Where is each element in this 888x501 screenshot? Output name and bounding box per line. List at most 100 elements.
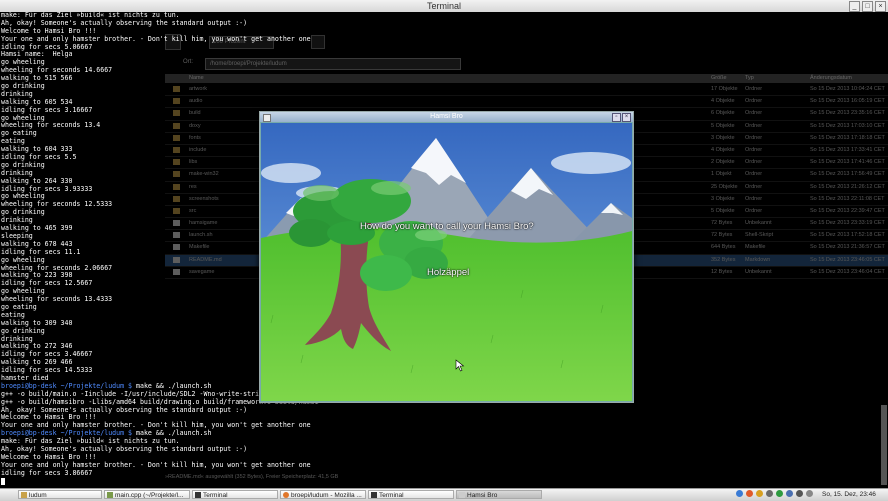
file-type: Ordner	[745, 86, 763, 92]
file-type: Makefile	[745, 244, 766, 251]
taskbar: ludum main.cpp (~/Projekte/l... Terminal…	[0, 488, 888, 501]
file-date: So 15 Dez 2013 22:39:47 CET	[810, 207, 885, 214]
terminal-cursor-line	[1, 478, 319, 486]
clock[interactable]: So, 15. Dez, 23:46	[822, 490, 876, 499]
text-cursor	[1, 478, 5, 486]
volume-icon[interactable]	[766, 490, 773, 497]
file-type: Ordner	[745, 159, 763, 166]
file-size: 4 Objekte	[711, 98, 735, 105]
file-date: So 15 Dez 2013 17:18:18 CET	[810, 134, 885, 141]
maximize-icon[interactable]: □	[862, 1, 873, 12]
task-terminal-2[interactable]: Terminal	[368, 490, 454, 499]
app-icon	[459, 492, 465, 498]
file-type: Ordner	[745, 207, 763, 214]
terminal-scrollbar[interactable]	[881, 405, 887, 485]
network-icon[interactable]	[736, 490, 743, 497]
name-prompt-text: How do you want to call your Hamsi Bro?	[360, 221, 534, 232]
column-type: Typ	[745, 75, 754, 81]
terminal-line: walking to 515 566	[1, 74, 73, 83]
minimize-icon[interactable]: _	[849, 1, 860, 12]
file-date: So 15 Dez 2013 10:04:24 CET	[810, 86, 885, 92]
terminal-line: idling for secs 3.86667	[1, 468, 93, 477]
prompt-path: ~/Projekte/ludum $	[60, 429, 133, 438]
folder-icon	[21, 492, 27, 498]
prompt-command: make && ./launch.sh	[132, 429, 212, 438]
file-size: 3 Objekte	[711, 195, 735, 202]
battery-icon[interactable]	[776, 490, 783, 497]
file-type: Ordner	[745, 146, 763, 153]
file-type: Ordner	[745, 171, 763, 178]
file-type: Ordner	[745, 122, 763, 129]
game-window[interactable]: Hamsi Bro ▫ × How do you want to call yo…	[259, 111, 634, 403]
file-date: So 15 Dez 2013 23:35:16 CET	[810, 110, 885, 117]
file-type: Ordner	[745, 134, 763, 141]
file-size: 6 Objekte	[711, 110, 735, 117]
file-type: Ordner	[745, 183, 763, 190]
prompt-path: ~/Projekte/ludum $	[60, 381, 133, 390]
file-date: So 15 Dez 2013 17:33:41 CET	[810, 146, 885, 153]
update-icon[interactable]	[746, 490, 753, 497]
column-size: Größe	[711, 75, 727, 81]
game-scene	[261, 123, 632, 401]
system-tray	[736, 490, 813, 497]
terminal-line: go drinking	[1, 82, 45, 91]
grass-field	[261, 227, 632, 401]
editor-icon	[107, 492, 113, 498]
file-date: So 15 Dez 2013 21:36:57 CET	[810, 244, 885, 251]
firefox-icon	[283, 492, 289, 498]
file-size: 5 Objekte	[711, 122, 735, 129]
task-editor[interactable]: main.cpp (~/Projekte/l...	[104, 490, 190, 499]
game-title: Hamsi Bro	[430, 113, 463, 120]
file-type: Markdown	[745, 256, 771, 263]
prompt-user: broepi@bp-desk	[1, 429, 57, 438]
file-type: Ordner	[745, 110, 763, 117]
game-maximize-icon[interactable]: ▫	[612, 113, 621, 122]
file-date: So 15 Dez 2013 21:26:12 CET	[810, 183, 885, 190]
power-icon[interactable]	[796, 490, 803, 497]
file-size: 1 Objekt	[711, 171, 732, 178]
game-close-icon[interactable]: ×	[622, 113, 631, 122]
notification-icon[interactable]	[756, 490, 763, 497]
app-icon	[263, 114, 271, 122]
terminal-icon	[371, 492, 377, 498]
file-date: So 15 Dez 2013 16:05:19 CET	[810, 98, 885, 105]
file-type: Shell-Skript	[745, 232, 774, 239]
bluetooth-icon[interactable]	[786, 490, 793, 497]
task-terminal-1[interactable]: Terminal	[192, 490, 278, 499]
task-hamsi-bro[interactable]: Hamsi Bro	[456, 490, 542, 499]
file-type: Ordner	[745, 195, 763, 202]
file-type: Unbekannt	[745, 220, 772, 227]
file-size: 4 Objekte	[711, 146, 735, 153]
game-canvas[interactable]: How do you want to call your Hamsi Bro? …	[261, 123, 632, 401]
keyboard-icon[interactable]	[806, 490, 813, 497]
file-size: 12 Bytes	[711, 268, 733, 275]
file-date: So 15 Dez 2013 17:41:46 CET	[810, 159, 885, 166]
close-icon[interactable]: ×	[875, 1, 886, 12]
file-type: Ordner	[745, 98, 763, 105]
file-size: 25 Objekte	[711, 183, 738, 190]
file-size: 5 Objekte	[711, 207, 735, 214]
task-ludum[interactable]: ludum	[18, 490, 102, 499]
terminal-title: Terminal	[426, 1, 461, 11]
file-size: 2 Objekte	[711, 159, 735, 166]
game-titlebar[interactable]: Hamsi Bro ▫ ×	[260, 112, 633, 122]
file-date: So 15 Dez 2013 17:52:18 CET	[810, 232, 885, 239]
file-type: Unbekannt	[745, 268, 772, 275]
prompt-user: broepi@bp-desk	[1, 381, 57, 390]
file-size: 72 Bytes	[711, 220, 733, 227]
file-date: So 15 Dez 2013 17:56:49 CET	[810, 171, 885, 178]
file-date: So 15 Dez 2013 17:03:10 CET	[810, 122, 885, 129]
file-size: 352 Bytes	[711, 256, 736, 263]
file-date: So 15 Dez 2013 23:46:05 CET	[810, 256, 885, 263]
task-firefox[interactable]: broepi/ludum - Mozilla ...	[280, 490, 366, 499]
file-size: 644 Bytes	[711, 244, 736, 251]
file-size: 3 Objekte	[711, 134, 735, 141]
prompt-command: make && ./launch.sh	[132, 381, 212, 390]
name-input[interactable]: Holzäppel	[427, 267, 469, 278]
terminal-icon	[195, 492, 201, 498]
file-size: 72 Bytes	[711, 232, 733, 239]
column-date: Änderungsdatum	[810, 75, 852, 81]
file-date: So 15 Dez 2013 23:33:19 CET	[810, 220, 885, 227]
terminal-line: Hamsi name: Helga	[1, 50, 73, 59]
file-date: So 15 Dez 2013 22:11:08 CET	[810, 195, 885, 202]
